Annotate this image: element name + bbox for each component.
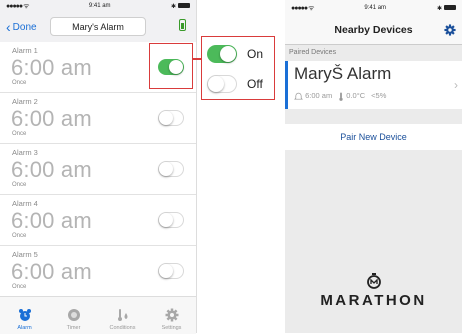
alarm-label: Alarm 4 <box>12 199 38 208</box>
alarm-row[interactable]: Alarm 4 6:00 am Once <box>0 195 196 246</box>
chevron-left-icon: ‹ <box>6 19 11 35</box>
tab-alarm[interactable]: Alarm <box>0 297 49 334</box>
alarm-repeat: Once <box>12 182 27 188</box>
bluetooth-icon: ✱ <box>170 3 176 10</box>
alarm-row[interactable]: Alarm 2 6:00 am Once <box>0 93 196 144</box>
battery-status: ✱ <box>437 5 456 12</box>
signal-indicator: ●●●●● ᯤ <box>6 2 30 10</box>
alarm-repeat: Once <box>12 80 27 86</box>
alarm-time: 6:00 am <box>11 259 92 284</box>
legend-off-label: Off <box>247 77 263 91</box>
nav-bar: ‹ Done Mary's Alarm <box>0 14 196 40</box>
device-info: 6:00 am 0.0°C <5% <box>294 91 386 101</box>
legend-toggle-off <box>207 75 237 93</box>
paired-device-cell[interactable]: MaryŠ Alarm 6:00 am 0.0°C <5% › <box>285 61 462 109</box>
tab-bar: Alarm Timer Conditions Settings <box>0 296 196 334</box>
alarm-row[interactable]: Alarm 5 6:00 am Once <box>0 246 196 297</box>
status-time: 9:41 am <box>364 5 387 11</box>
legend-toggle-on <box>207 45 237 63</box>
alarm-clock-icon <box>18 309 31 321</box>
device-battery-icon <box>179 19 186 31</box>
status-time: 9:41 am <box>88 3 111 9</box>
device-alarm-time: 6:00 am <box>305 91 333 100</box>
conditions-icon <box>117 309 127 321</box>
alarm-time: 6:00 am <box>11 208 92 233</box>
legend-off: Off <box>207 75 263 93</box>
alarm-label: Alarm 2 <box>12 97 38 106</box>
alarm-toggle[interactable] <box>158 161 184 177</box>
brand-name: MARATHON <box>320 292 427 309</box>
settings-gear-icon[interactable] <box>444 24 456 36</box>
thermometer-icon <box>339 91 343 101</box>
page-title: Nearby Devices <box>334 24 413 36</box>
done-label: Done <box>12 21 37 33</box>
tab-timer-label: Timer <box>66 325 81 331</box>
alarm-name-field[interactable]: Mary's Alarm <box>50 17 146 36</box>
status-bar: ●●●●● ᯤ 9:41 am ✱ <box>0 0 196 12</box>
device-temp-info: 0.0°C <box>338 91 365 101</box>
alarm-toggle[interactable] <box>158 110 184 126</box>
done-button[interactable]: ‹ Done <box>6 19 37 35</box>
device-humidity: <5% <box>371 91 387 101</box>
device-temperature: 0.0°C <box>346 91 366 100</box>
alarm-toggle[interactable] <box>158 263 184 279</box>
pair-new-device-button[interactable]: Pair New Device <box>285 124 462 150</box>
chevron-right-icon: › <box>454 78 458 92</box>
tab-conditions[interactable]: Conditions <box>98 297 147 334</box>
gear-icon <box>165 308 178 322</box>
tab-timer[interactable]: Timer <box>49 297 98 334</box>
alarm-time: 6:00 am <box>11 106 92 131</box>
alarm-repeat: Once <box>12 131 27 137</box>
tab-alarm-label: Alarm <box>17 325 32 331</box>
legend-on: On <box>207 45 263 63</box>
device-alarm-info: 6:00 am <box>294 91 332 101</box>
bluetooth-icon: ✱ <box>436 5 442 12</box>
device-name: MaryŠ Alarm <box>294 64 392 83</box>
alarm-label: Alarm 1 <box>12 46 38 55</box>
nav-bar: ●●●●● ᯤ 9:41 am ✱ Nearby Devices <box>285 0 462 45</box>
alarm-label: Alarm 5 <box>12 250 38 259</box>
toggle-highlight-box <box>149 43 193 89</box>
section-header-paired: Paired Devices <box>289 49 337 56</box>
alarm-row[interactable]: Alarm 3 6:00 am Once <box>0 144 196 195</box>
status-bar: ●●●●● ᯤ 9:41 am ✱ <box>285 2 462 14</box>
alarm-time: 6:00 am <box>11 55 92 80</box>
tab-settings[interactable]: Settings <box>147 297 196 334</box>
legend-on-label: On <box>247 47 264 61</box>
alarm-toggle[interactable] <box>158 212 184 228</box>
alarm-time: 6:00 am <box>11 157 92 182</box>
alarm-repeat: Once <box>12 233 27 239</box>
signal-indicator: ●●●●● ᯤ <box>291 4 315 12</box>
tab-conditions-label: Conditions <box>109 325 136 331</box>
bell-icon <box>294 92 303 100</box>
timer-icon <box>67 309 80 321</box>
alarm-repeat: Once <box>12 284 27 290</box>
alarm-label: Alarm 3 <box>12 148 38 157</box>
tab-settings-label: Settings <box>161 325 182 331</box>
nearby-devices-screen: ●●●●● ᯤ 9:41 am ✱ Nearby Devices Paired … <box>285 0 462 333</box>
battery-status: ✱ <box>171 3 190 10</box>
